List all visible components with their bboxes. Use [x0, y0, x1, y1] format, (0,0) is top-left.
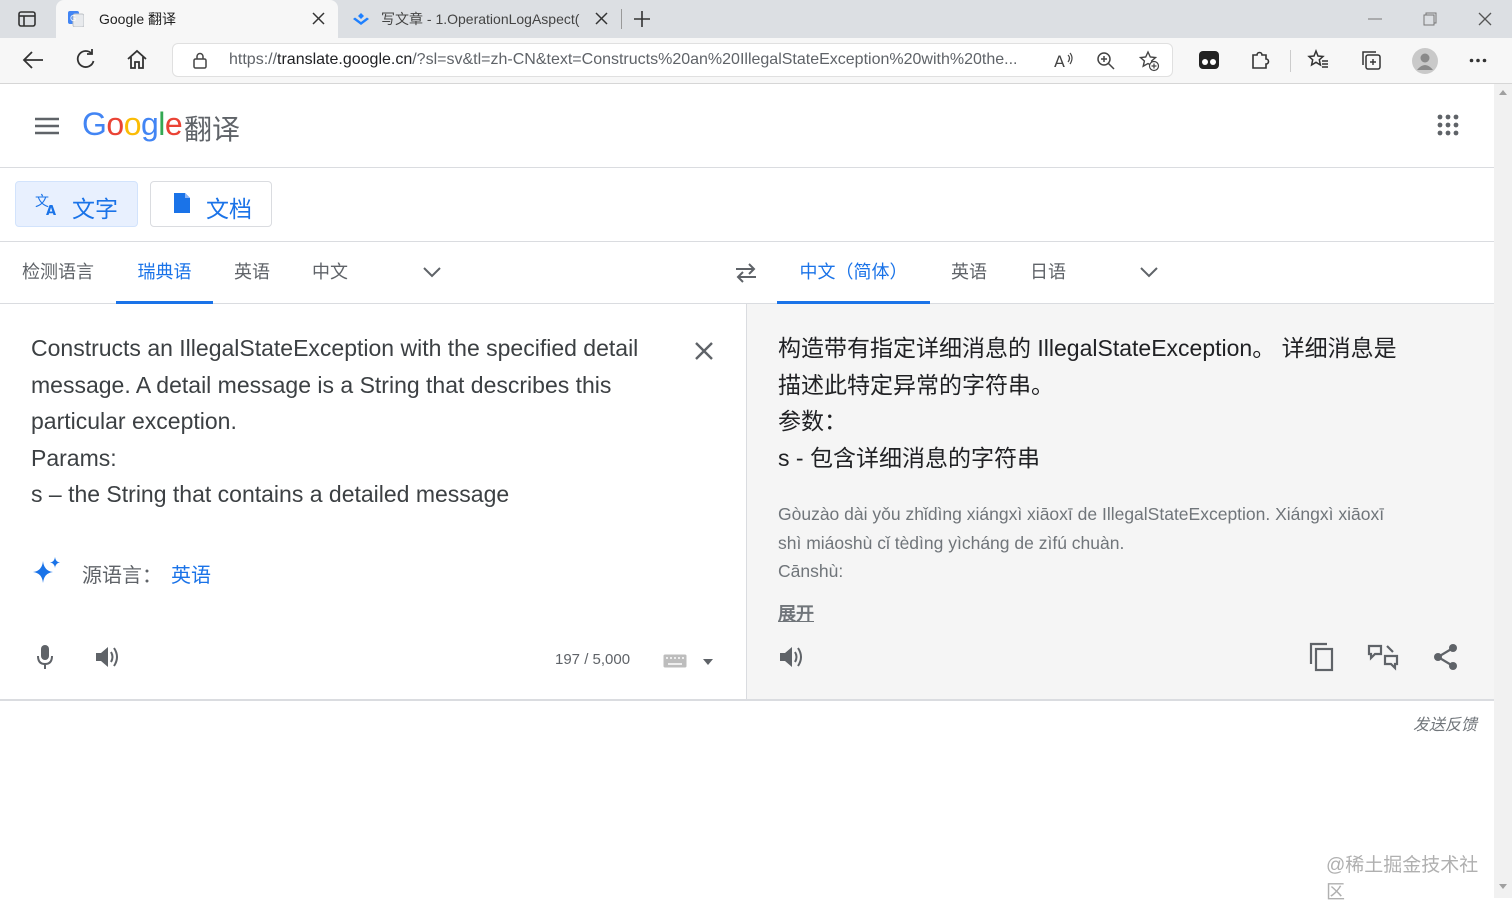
translate-page: Google 翻译 文A 文字 文档 检测语言 瑞典语 英语 中文 中文（简体）…: [0, 84, 1494, 903]
url-host: translate.google.cn: [277, 51, 413, 68]
url-scheme: https://: [229, 51, 278, 68]
microphone-button[interactable]: [25, 637, 65, 677]
restore-icon[interactable]: [1423, 12, 1437, 26]
svg-text:A: A: [46, 204, 56, 216]
expand-link[interactable]: 展开: [778, 600, 814, 626]
target-listen-button[interactable]: [772, 637, 812, 677]
extensions-puzzle-icon[interactable]: [1250, 49, 1271, 70]
share-translation-icon[interactable]: [1426, 637, 1466, 677]
zoom-icon[interactable]: [1096, 51, 1116, 71]
target-panel: 构造带有指定详细消息的 IllegalStateException。 详细消息是…: [746, 304, 1494, 701]
url-path: /?sl=sv&tl=zh-CN&text=Constructs%20an%20…: [412, 51, 1018, 68]
read-aloud-icon[interactable]: A: [1053, 51, 1075, 71]
browser-tab-bar: G Google 翻译 写文章 - 1.OperationLogAspect(: [0, 0, 1512, 38]
browser-toolbar: https://translate.google.cn/?sl=sv&tl=zh…: [0, 38, 1512, 84]
source-panel: Constructs an IllegalStateException with…: [0, 304, 746, 701]
apps-grid-icon[interactable]: [1437, 114, 1459, 136]
refresh-icon[interactable]: [75, 49, 96, 70]
tab-divider: [621, 9, 622, 29]
rate-translation-icon[interactable]: [1363, 637, 1403, 677]
source-listen-button[interactable]: [88, 637, 128, 677]
source-lang-english[interactable]: 英语: [220, 242, 284, 304]
scroll-up-arrow-icon[interactable]: [1499, 90, 1507, 95]
watermark: @稀土掘金技术社区: [1326, 855, 1479, 903]
clear-text-icon[interactable]: [694, 341, 714, 361]
page-scrollbar[interactable]: [1494, 84, 1512, 898]
detected-language-link[interactable]: 英语: [171, 559, 211, 588]
svg-text:G: G: [70, 14, 76, 23]
source-textarea[interactable]: Constructs an IllegalStateException with…: [31, 330, 671, 513]
character-count: 197 / 5,000: [555, 651, 631, 668]
mode-text-label: 文字: [72, 196, 118, 222]
swap-languages-icon[interactable]: [734, 262, 758, 284]
mode-document-label: 文档: [206, 196, 252, 222]
lock-icon[interactable]: [193, 52, 207, 69]
scroll-down-arrow-icon[interactable]: [1499, 884, 1507, 889]
target-lang-english[interactable]: 英语: [937, 242, 1001, 304]
mode-text-button[interactable]: 文A 文字: [15, 181, 138, 227]
detected-language-label: 源语言：: [82, 565, 162, 587]
source-lang-chinese[interactable]: 中文: [298, 242, 362, 304]
google-logo[interactable]: Google: [82, 106, 183, 143]
back-icon[interactable]: [22, 50, 44, 70]
translation-output: 构造带有指定详细消息的 IllegalStateException。 详细消息是…: [778, 335, 1397, 471]
tab-title: Google 翻译: [99, 11, 177, 27]
new-tab-icon[interactable]: [632, 9, 652, 29]
home-icon[interactable]: [126, 49, 148, 70]
extension-icon[interactable]: [1198, 50, 1220, 70]
input-tools-dropdown-icon[interactable]: [703, 659, 713, 665]
google-header: Google 翻译: [0, 84, 1494, 168]
add-favorite-icon[interactable]: [1138, 50, 1160, 72]
favorites-icon[interactable]: [1307, 49, 1329, 70]
url-text[interactable]: https://translate.google.cn/?sl=sv&tl=zh…: [229, 51, 1044, 69]
google-translate-favicon: G: [68, 11, 84, 27]
toolbar-divider: [1290, 50, 1291, 72]
document-icon: [173, 192, 191, 214]
send-feedback-link[interactable]: 发送反馈: [1413, 711, 1477, 735]
svg-text:A: A: [1054, 52, 1065, 71]
avatar[interactable]: [1412, 48, 1438, 74]
close-window-icon[interactable]: [1478, 12, 1492, 26]
keyboard-icon[interactable]: [663, 654, 687, 668]
language-bar: 检测语言 瑞典语 英语 中文 中文（简体） 英语 日语: [0, 241, 1494, 304]
minimize-icon[interactable]: [1368, 18, 1382, 20]
sparkle-icon: [31, 555, 63, 587]
romanization-text: Gòuzào dài yǒu zhǐdìng xiángxì xiāoxī de…: [778, 504, 1385, 581]
address-bar[interactable]: https://translate.google.cn/?sl=sv&tl=zh…: [172, 43, 1173, 77]
target-lang-more-chevron-icon[interactable]: [1140, 267, 1158, 278]
target-lang-japanese[interactable]: 日语: [1016, 242, 1080, 304]
source-lang-more-chevron-icon[interactable]: [423, 267, 441, 278]
tab-title: 写文章 - 1.OperationLogAspect(: [381, 11, 580, 27]
juejin-favicon: [352, 12, 370, 26]
mode-document-button[interactable]: 文档: [150, 181, 272, 227]
more-menu-icon[interactable]: [1469, 58, 1487, 63]
source-lang-detect[interactable]: 检测语言: [10, 242, 106, 304]
copy-translation-icon[interactable]: [1301, 637, 1341, 677]
collections-icon[interactable]: [1360, 49, 1382, 71]
tab-juejin-editor[interactable]: 写文章 - 1.OperationLogAspect(: [344, 0, 616, 38]
tab-google-translate[interactable]: G Google 翻译: [56, 0, 338, 38]
main-menu-icon[interactable]: [34, 117, 60, 135]
tab-actions-icon[interactable]: [18, 11, 36, 27]
close-tab-icon[interactable]: [312, 12, 325, 25]
product-title: 翻译: [184, 114, 241, 145]
translate-icon: 文A: [35, 192, 59, 216]
target-lang-chinese-simplified[interactable]: 中文（简体）: [777, 242, 930, 304]
close-tab-icon[interactable]: [595, 12, 608, 25]
source-lang-swedish[interactable]: 瑞典语: [116, 242, 213, 304]
